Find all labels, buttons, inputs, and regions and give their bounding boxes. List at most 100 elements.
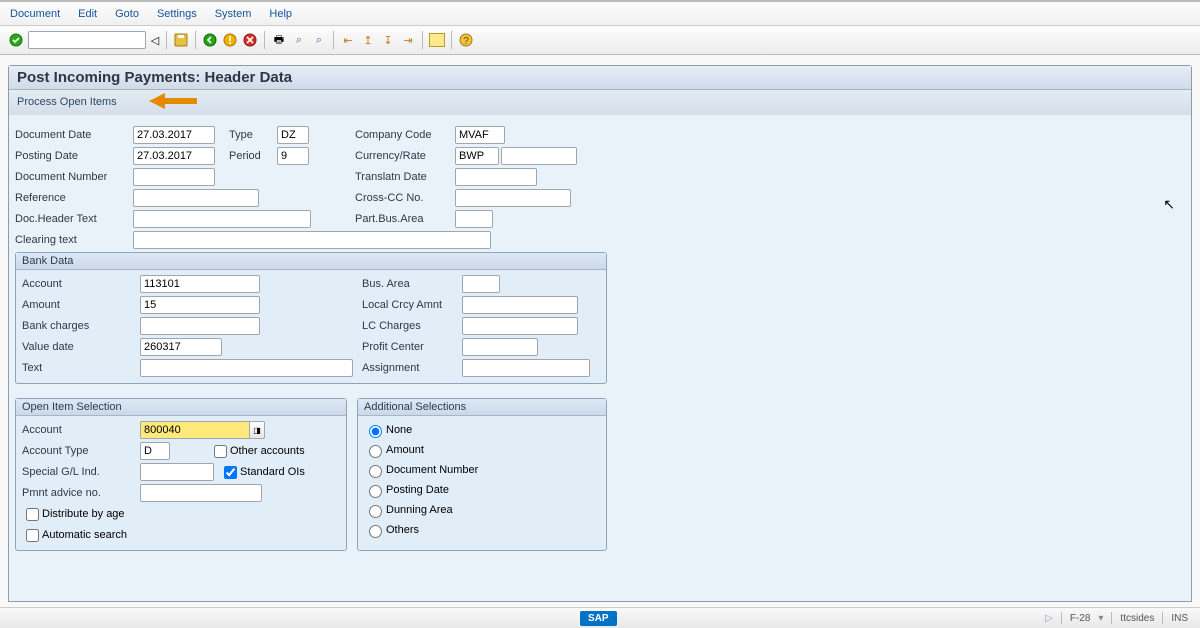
- other-accounts-label: Other accounts: [230, 445, 305, 457]
- find-icon[interactable]: ⌕: [291, 32, 307, 48]
- menu-bar: Document Edit Goto Settings System Help: [0, 0, 1200, 26]
- additional-selections-title: Additional Selections: [358, 399, 606, 416]
- bank-account-label: Account: [22, 278, 140, 290]
- exit-icon[interactable]: [222, 32, 238, 48]
- bus-area-label: Bus. Area: [362, 278, 462, 290]
- amount-input[interactable]: [140, 296, 260, 314]
- radio-amount-label: Amount: [386, 444, 424, 456]
- bus-area-input[interactable]: [462, 275, 500, 293]
- radio-posting-date[interactable]: [369, 485, 382, 498]
- bank-text-label: Text: [22, 362, 140, 374]
- cancel-icon[interactable]: [242, 32, 258, 48]
- bank-data-group: Bank Data Account Bus. Area Amount: [15, 252, 607, 384]
- clearing-text-label: Clearing text: [15, 234, 133, 246]
- command-field[interactable]: [28, 31, 146, 49]
- currency-input[interactable]: [455, 147, 499, 165]
- type-input[interactable]: [277, 126, 309, 144]
- lc-charges-label: LC Charges: [362, 320, 462, 332]
- print-icon[interactable]: 🖶: [271, 32, 287, 48]
- page-title: Post Incoming Payments: Header Data: [9, 66, 1191, 90]
- bank-charges-input[interactable]: [140, 317, 260, 335]
- help-icon[interactable]: ?: [458, 32, 474, 48]
- menu-help[interactable]: Help: [269, 8, 292, 20]
- profit-center-input[interactable]: [462, 338, 538, 356]
- radio-posting-date-label: Posting Date: [386, 484, 449, 496]
- app-window: Post Incoming Payments: Header Data Proc…: [8, 65, 1192, 602]
- account-type-input[interactable]: [140, 442, 170, 460]
- next-page-icon[interactable]: ↧: [380, 32, 396, 48]
- part-bus-area-input[interactable]: [455, 210, 493, 228]
- cross-cc-input[interactable]: [455, 189, 571, 207]
- reference-input[interactable]: [133, 189, 259, 207]
- automatic-search-label: Automatic search: [42, 529, 127, 541]
- reference-label: Reference: [15, 192, 133, 204]
- distribute-by-age-checkbox[interactable]: [26, 508, 39, 521]
- radio-others[interactable]: [369, 525, 382, 538]
- bank-text-input[interactable]: [140, 359, 353, 377]
- other-accounts-checkbox[interactable]: [214, 445, 227, 458]
- insert-mode-text: INS: [1171, 613, 1188, 624]
- process-open-items-link[interactable]: Process Open Items: [17, 96, 117, 108]
- rate-input[interactable]: [501, 147, 577, 165]
- radio-amount[interactable]: [369, 445, 382, 458]
- menu-system[interactable]: System: [215, 8, 252, 20]
- radio-none[interactable]: [369, 425, 382, 438]
- period-input[interactable]: [277, 147, 309, 165]
- back-icon[interactable]: [202, 32, 218, 48]
- app-toolbar: Process Open Items: [9, 90, 1191, 115]
- document-number-label: Document Number: [15, 171, 133, 183]
- value-date-input[interactable]: [140, 338, 222, 356]
- toolbar: ◁ 🖶 ⌕ ⌕ ⇤ ↥ ↧ ⇥ ?: [0, 26, 1200, 55]
- new-session-icon[interactable]: [429, 33, 445, 47]
- menu-goto[interactable]: Goto: [115, 8, 139, 20]
- search-help-icon[interactable]: ◨: [250, 421, 265, 439]
- distribute-by-age-label: Distribute by age: [42, 508, 125, 520]
- bank-data-title: Bank Data: [16, 253, 606, 270]
- type-label: Type: [229, 129, 277, 141]
- account-type-label: Account Type: [22, 445, 140, 457]
- document-date-label: Document Date: [15, 129, 133, 141]
- local-crcy-input[interactable]: [462, 296, 578, 314]
- nav-indicator-icon: ▷: [1045, 613, 1053, 624]
- pmnt-advice-label: Pmnt advice no.: [22, 487, 140, 499]
- special-gl-input[interactable]: [140, 463, 214, 481]
- open-item-title: Open Item Selection: [16, 399, 346, 416]
- sap-logo: SAP: [580, 611, 617, 626]
- translation-date-input[interactable]: [455, 168, 537, 186]
- radio-others-label: Others: [386, 524, 419, 536]
- doc-header-text-input[interactable]: [133, 210, 311, 228]
- local-crcy-label: Local Crcy Amnt: [362, 299, 462, 311]
- radio-docnum[interactable]: [369, 465, 382, 478]
- profit-center-label: Profit Center: [362, 341, 462, 353]
- value-date-label: Value date: [22, 341, 140, 353]
- save-icon[interactable]: [173, 32, 189, 48]
- lc-charges-input[interactable]: [462, 317, 578, 335]
- first-page-icon[interactable]: ⇤: [340, 32, 356, 48]
- menu-document[interactable]: Document: [10, 8, 60, 20]
- enter-icon[interactable]: [8, 32, 24, 48]
- menu-settings[interactable]: Settings: [157, 8, 197, 20]
- period-label: Period: [229, 150, 277, 162]
- posting-date-label: Posting Date: [15, 150, 133, 162]
- user-text: ttcsides: [1120, 613, 1154, 624]
- find-next-icon[interactable]: ⌕: [311, 32, 327, 48]
- oi-account-input[interactable]: [140, 421, 250, 439]
- last-page-icon[interactable]: ⇥: [400, 32, 416, 48]
- clearing-text-input[interactable]: [133, 231, 491, 249]
- menu-edit[interactable]: Edit: [78, 8, 97, 20]
- pmnt-advice-input[interactable]: [140, 484, 262, 502]
- status-bar: SAP ▷ F-28▾ ttcsides INS: [0, 607, 1200, 628]
- dropdown-icon[interactable]: ◁: [150, 32, 160, 48]
- doc-header-text-label: Doc.Header Text: [15, 213, 133, 225]
- bank-charges-label: Bank charges: [22, 320, 140, 332]
- automatic-search-checkbox[interactable]: [26, 529, 39, 542]
- assignment-input[interactable]: [462, 359, 590, 377]
- bank-account-input[interactable]: [140, 275, 260, 293]
- radio-dunning-area[interactable]: [369, 505, 382, 518]
- document-date-input[interactable]: [133, 126, 215, 144]
- company-code-input[interactable]: [455, 126, 505, 144]
- posting-date-input[interactable]: [133, 147, 215, 165]
- prev-page-icon[interactable]: ↥: [360, 32, 376, 48]
- document-number-input[interactable]: [133, 168, 215, 186]
- standard-ois-checkbox[interactable]: [224, 466, 237, 479]
